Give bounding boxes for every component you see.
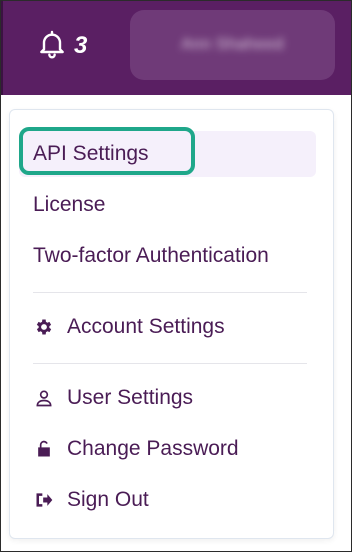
menu-item-two-factor-authentication[interactable]: Two-factor Authentication [19, 233, 316, 279]
sign-out-icon [33, 489, 55, 511]
menu-item-account-settings[interactable]: Account Settings [19, 304, 316, 350]
menu-item-label: Change Password [67, 437, 239, 460]
notifications-button[interactable]: 3 [36, 26, 106, 66]
menu-item-sign-out[interactable]: Sign Out [19, 477, 316, 523]
user-menu-button[interactable]: Ann Shaheed [130, 10, 335, 80]
user-icon [33, 387, 55, 409]
menu-item-label: Account Settings [67, 315, 225, 338]
menu-item-label: API Settings [33, 142, 149, 165]
topbar-left-edge [0, 0, 3, 95]
menu-item-label: User Settings [67, 386, 194, 409]
gear-icon [33, 316, 55, 338]
bell-icon [36, 28, 68, 65]
menu-divider [33, 363, 307, 364]
menu-divider [33, 292, 307, 293]
menu-item-label: Sign Out [67, 488, 149, 511]
user-name: Ann Shaheed [181, 36, 284, 53]
menu-item-user-settings[interactable]: User Settings [19, 375, 316, 421]
menu-item-label: License [33, 193, 106, 216]
menu-item-label: Two-factor Authentication [33, 244, 269, 267]
notification-count: 3 [74, 32, 88, 59]
top-navigation-bar: 3 Ann Shaheed [0, 0, 352, 95]
menu-item-change-password[interactable]: Change Password [19, 426, 316, 472]
menu-item-license[interactable]: License [19, 182, 316, 228]
menu-item-api-settings[interactable]: API Settings [19, 131, 316, 177]
unlock-icon [33, 438, 55, 460]
